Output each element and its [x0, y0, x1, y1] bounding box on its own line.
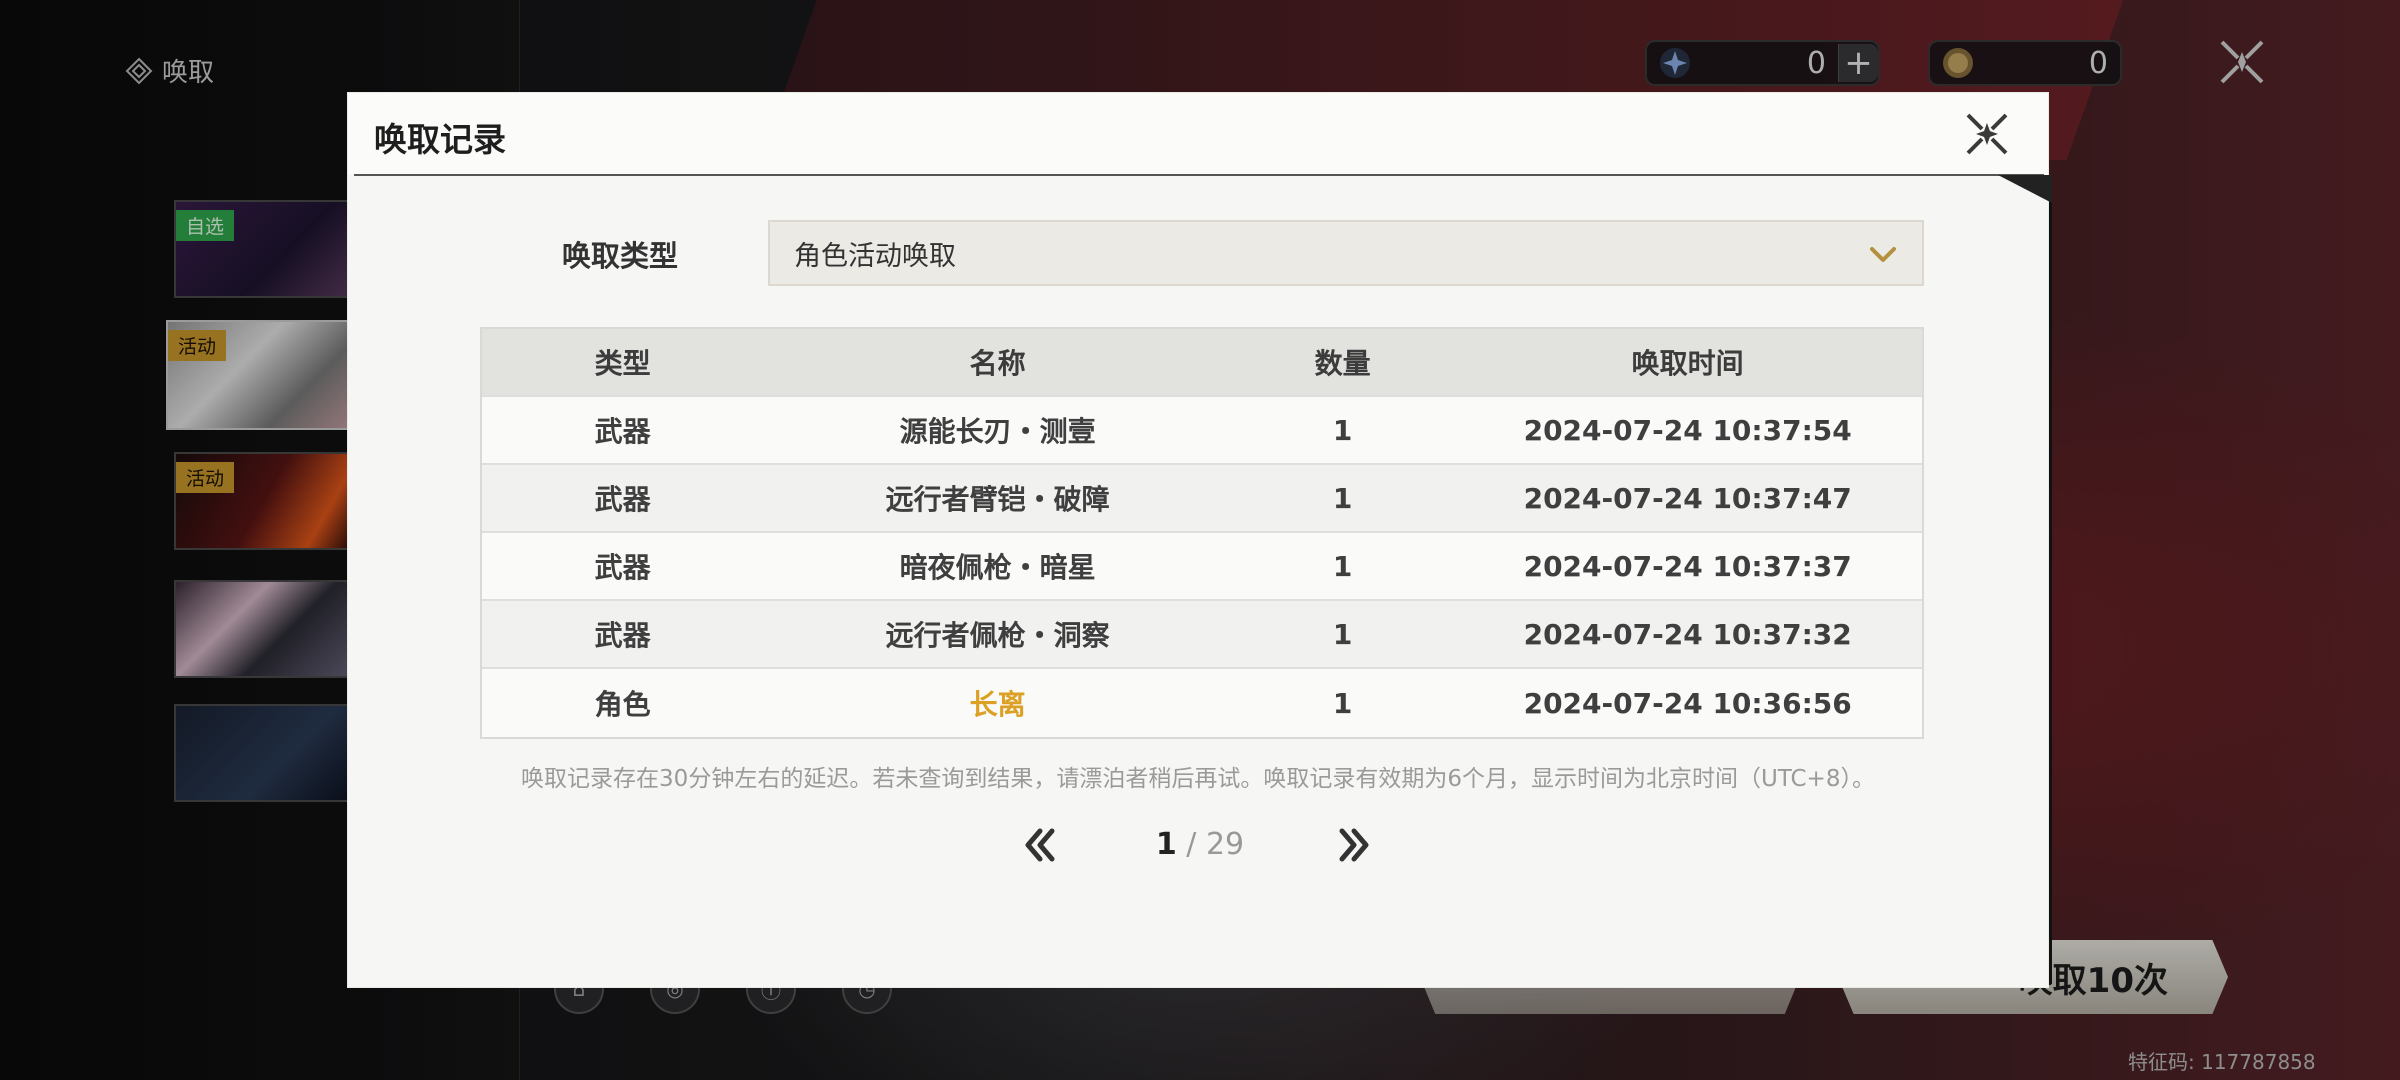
row-type: 角色	[594, 688, 651, 721]
row-time: 2024-07-24 10:37:47	[1523, 481, 1852, 515]
page-indicator: 1 / 29	[1116, 827, 1284, 862]
row-type: 武器	[594, 415, 651, 448]
header-type: 类型	[594, 347, 651, 380]
table-row: 武器 暗夜佩枪・暗星 1 2024-07-24 10:37:37	[482, 533, 1922, 601]
table-header-row: 类型 名称 数量 唤取时间	[482, 329, 1922, 397]
dropdown-selected-value: 角色活动唤取	[794, 240, 956, 272]
history-table: 类型 名称 数量 唤取时间 武器 源能长刃・测壹 1 2024-07-24 10…	[480, 327, 1924, 739]
row-time: 2024-07-24 10:37:32	[1523, 617, 1852, 651]
row-type: 武器	[594, 551, 651, 584]
row-qty: 1	[1332, 481, 1353, 515]
header-name: 名称	[969, 347, 1026, 380]
row-qty: 1	[1332, 549, 1353, 583]
dialog-title: 唤取记录	[374, 120, 506, 159]
table-row: 武器 远行者佩枪・洞察 1 2024-07-24 10:37:32	[482, 601, 1922, 669]
summon-type-dropdown[interactable]: 角色活动唤取	[768, 220, 1924, 286]
table-row: 武器 源能长刃・测壹 1 2024-07-24 10:37:54	[482, 397, 1922, 465]
header-qty: 数量	[1314, 347, 1371, 380]
delay-notice: 唤取记录存在30分钟左右的延迟。若未查询到结果，请漂泊者稍后再试。唤取记录有效期…	[521, 766, 1875, 792]
row-name: 远行者佩枪・洞察	[885, 619, 1110, 652]
summon-history-dialog: 唤取记录 唤取类型 角色活动唤取 类型 名称 数量 唤取时间 武器 源能长刃・测…	[348, 93, 2052, 987]
row-time: 2024-07-24 10:37:54	[1523, 413, 1852, 447]
row-name: 长离	[969, 688, 1026, 721]
dialog-header: 唤取记录	[348, 93, 2048, 175]
pagination: 1 / 29	[348, 819, 2048, 879]
row-qty: 1	[1332, 413, 1353, 447]
double-chevron-right-icon[interactable]	[1332, 823, 1376, 867]
header-divider	[354, 174, 2044, 176]
row-type: 武器	[594, 619, 651, 652]
close-icon[interactable]	[1960, 107, 2014, 161]
row-time: 2024-07-24 10:37:37	[1523, 549, 1852, 583]
corner-decoration	[1998, 175, 2052, 203]
double-chevron-left-icon[interactable]	[1018, 823, 1062, 867]
current-page: 1	[1155, 827, 1177, 862]
filter-label: 唤取类型	[562, 239, 679, 273]
row-name: 源能长刃・测壹	[899, 415, 1096, 448]
total-pages: / 29	[1186, 827, 1245, 862]
row-qty: 1	[1332, 686, 1353, 720]
header-time: 唤取时间	[1631, 347, 1744, 380]
table-row: 武器 远行者臂铠・破障 1 2024-07-24 10:37:47	[482, 465, 1922, 533]
chevron-down-icon	[1870, 247, 1896, 262]
row-qty: 1	[1332, 617, 1353, 651]
row-name: 暗夜佩枪・暗星	[899, 551, 1096, 584]
row-time: 2024-07-24 10:36:56	[1523, 686, 1852, 720]
table-row: 角色 长离 1 2024-07-24 10:36:56	[482, 669, 1922, 737]
row-type: 武器	[594, 483, 651, 516]
row-name: 远行者臂铠・破障	[885, 483, 1110, 516]
